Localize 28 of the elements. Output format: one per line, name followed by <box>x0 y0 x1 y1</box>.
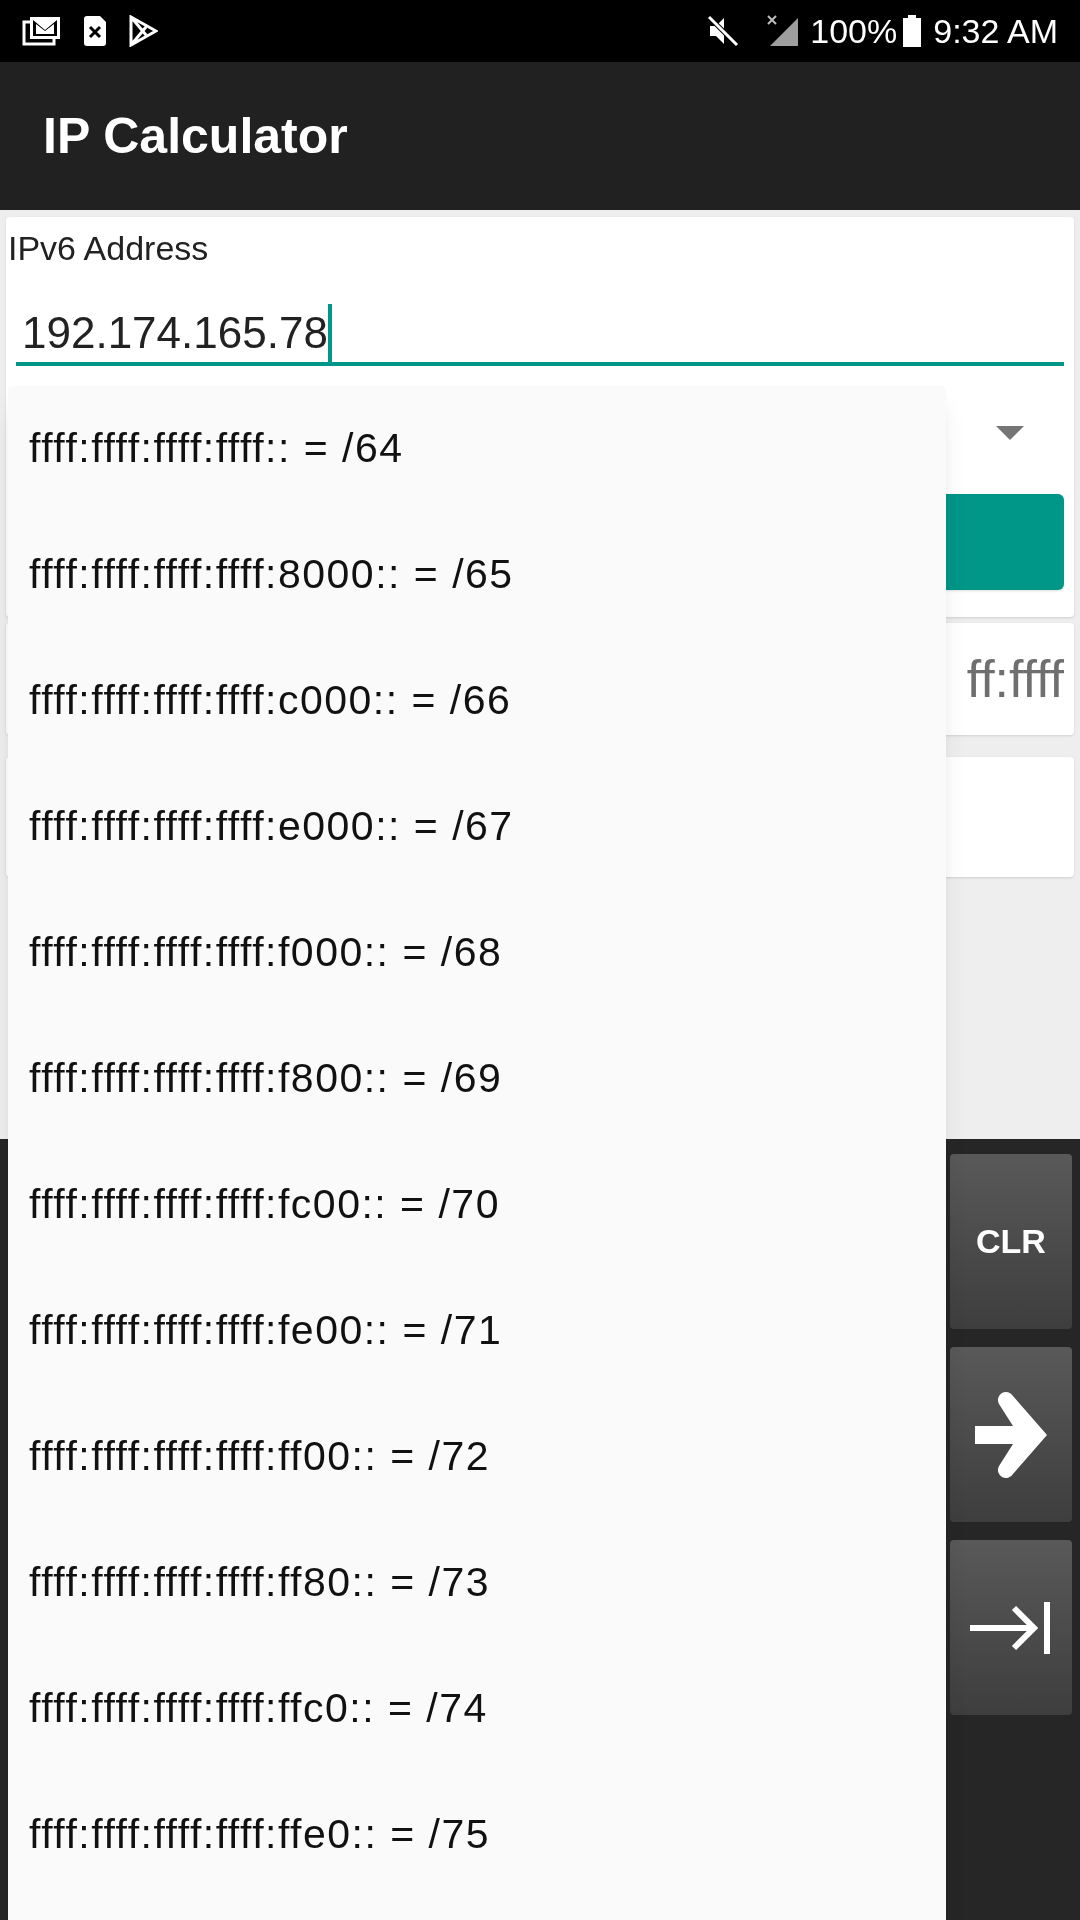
dropdown-option[interactable]: ffff:ffff:ffff:ffff:8000:: = /65 <box>8 512 946 638</box>
sim-card-icon <box>82 15 108 47</box>
result-text: ff:ffff <box>966 649 1064 710</box>
clear-key[interactable]: CLR <box>950 1154 1072 1329</box>
dropdown-option[interactable]: ffff:ffff:ffff:ffff:f800:: = /69 <box>8 1016 946 1142</box>
dropdown-option[interactable]: ffff:ffff:ffff:ffff:ffe0:: = /75 <box>8 1772 946 1898</box>
dropdown-option[interactable]: ffff:ffff:ffff:ffff:: = /64 <box>8 386 946 512</box>
clock-time: 9:32 AM <box>933 10 1058 52</box>
address-label: IPv6 Address <box>7 228 210 269</box>
next-key[interactable] <box>950 1347 1072 1522</box>
app-title: IP Calculator <box>43 106 348 166</box>
play-store-icon <box>128 15 158 47</box>
dropdown-caret-icon[interactable] <box>996 426 1024 440</box>
battery-percent: 100% <box>810 10 898 52</box>
address-input[interactable]: 192.174.165.78 <box>16 304 1064 366</box>
no-signal-icon <box>766 14 801 48</box>
mute-icon <box>706 14 741 48</box>
mail-icon <box>22 16 62 46</box>
dropdown-option[interactable]: ffff:ffff:ffff:ffff:f000:: = /68 <box>8 890 946 1016</box>
battery-icon <box>903 15 922 47</box>
dropdown-option[interactable]: ffff:ffff:ffff:ffff:fc00:: = /70 <box>8 1142 946 1268</box>
dropdown-option[interactable]: ffff:ffff:ffff:ffff:ff00:: = /72 <box>8 1394 946 1520</box>
dropdown-option[interactable]: ffff:ffff:ffff:ffff:ffc0:: = /74 <box>8 1646 946 1772</box>
dropdown-option[interactable]: ffff:ffff:ffff:ffff:ff80:: = /73 <box>8 1520 946 1646</box>
tab-key[interactable] <box>950 1540 1072 1715</box>
dropdown-option[interactable]: ffff:ffff:ffff:ffff:e000:: = /67 <box>8 764 946 890</box>
dropdown-option[interactable]: ffff:ffff:ffff:ffff:c000:: = /66 <box>8 638 946 764</box>
dropdown-option[interactable]: ffff:ffff:ffff:ffff:fe00:: = /71 <box>8 1268 946 1394</box>
